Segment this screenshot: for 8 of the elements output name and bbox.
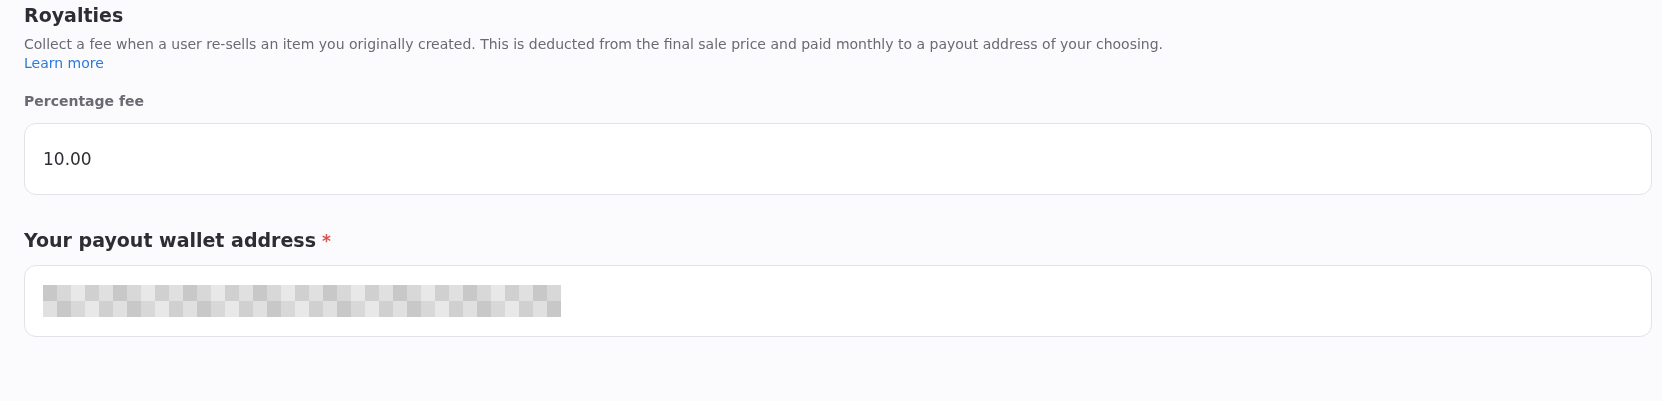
percentage-fee-input[interactable]: 10.00: [24, 123, 1652, 195]
wallet-address-input[interactable]: [24, 265, 1652, 337]
required-mark: *: [321, 231, 331, 251]
section-description: Collect a fee when a user re-sells an item you originally created. This is deducted from the final sale price and paid monthly to a payout address of your choosing.: [24, 36, 1165, 52]
section-title: Royalties: [24, 4, 125, 26]
field-label: Percentage fee: [24, 93, 146, 109]
learn-more-link[interactable]: Learn more: [24, 55, 104, 71]
field-label: Your payout wallet address: [24, 229, 316, 251]
